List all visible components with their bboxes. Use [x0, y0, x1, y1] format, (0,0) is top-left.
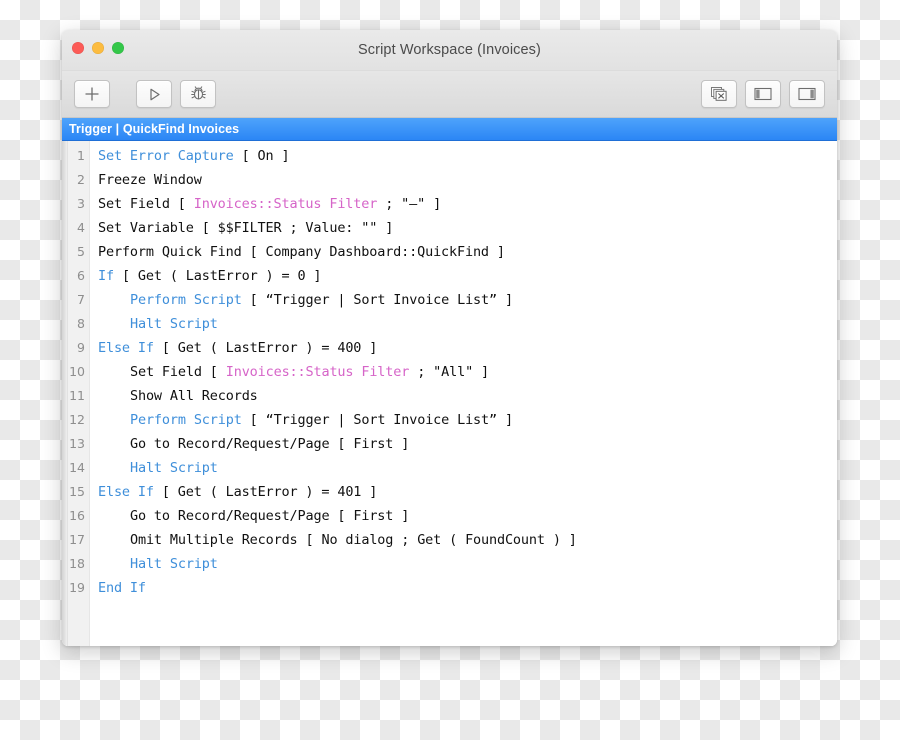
line-number: 15 — [69, 484, 85, 499]
toggle-left-pane-button[interactable] — [745, 80, 781, 108]
field-reference: Invoices::Status Filter — [225, 364, 410, 380]
step-text: [ “Trigger | Sort Invoice List” ] — [241, 412, 513, 428]
script-step-line[interactable]: Omit Multiple Records [ No dialog ; Get … — [90, 528, 837, 552]
script-keyword: Halt Script — [130, 460, 218, 476]
line-number-gutter: 1 2 3 4 5 6 7 8 9 10 11 12 13 14 15 16 17 18 19 — [68, 141, 90, 646]
line-number: 9 — [77, 340, 85, 355]
script-step-line[interactable]: Perform Quick Find [ Company Dashboard::… — [90, 240, 837, 264]
play-triangle-icon — [147, 87, 162, 102]
script-step-line[interactable]: Perform Script [ “Trigger | Sort Invoice… — [90, 288, 837, 312]
script-step-line[interactable]: Set Error Capture [ On ] — [90, 144, 837, 168]
line-number: 6 — [77, 268, 85, 283]
script-keyword: Perform Script — [130, 412, 242, 428]
window-titlebar: Script Workspace (Invoices) — [62, 30, 837, 71]
script-step-line[interactable]: Halt Script — [90, 456, 837, 480]
line-number: 3 — [77, 196, 85, 211]
script-step-line[interactable]: Freeze Window — [90, 168, 837, 192]
script-step-line[interactable]: Else If [ Get ( LastError ) = 400 ] — [90, 336, 837, 360]
stacked-windows-close-icon — [710, 86, 728, 102]
line-number: 13 — [69, 436, 85, 451]
line-number: 17 — [69, 532, 85, 547]
tab-trigger-quickfind-invoices[interactable]: Trigger | QuickFind Invoices — [62, 118, 239, 140]
toolbar — [62, 71, 837, 118]
script-tab-bar: Trigger | QuickFind Invoices — [62, 118, 837, 141]
script-step-list[interactable]: Set Error Capture [ On ] Freeze Window Set… — [90, 141, 837, 646]
line-number: 7 — [77, 292, 85, 307]
step-text: [ Get ( LastError ) = 0 ] — [113, 268, 322, 284]
script-step-line[interactable]: If [ Get ( LastError ) = 0 ] — [90, 264, 837, 288]
bug-icon — [190, 86, 207, 102]
script-step-line[interactable]: Show All Records — [90, 384, 837, 408]
step-text: Set Field [ — [98, 196, 194, 212]
script-keyword: End If — [98, 580, 146, 596]
step-text: Set Field [ — [130, 364, 226, 380]
script-step-line[interactable]: Set Field [ Invoices::Status Filter ; "A… — [90, 360, 837, 384]
step-text: [ Get ( LastError ) = 401 ] — [153, 484, 378, 500]
step-text: Freeze Window — [98, 172, 202, 188]
line-number: 11 — [69, 388, 85, 403]
script-step-line[interactable]: End If — [90, 576, 837, 600]
window-title: Script Workspace (Invoices) — [358, 42, 541, 58]
line-number: 4 — [77, 220, 85, 235]
traffic-light-controls — [72, 42, 124, 54]
script-keyword: Else If — [98, 484, 154, 500]
script-step-line[interactable]: Else If [ Get ( LastError ) = 401 ] — [90, 480, 837, 504]
script-workspace-window: Script Workspace (Invoices) Trigger | Qu… — [62, 30, 837, 646]
line-number: 10 — [69, 364, 85, 379]
script-step-line[interactable]: Go to Record/Request/Page [ First ] — [90, 504, 837, 528]
debug-script-button[interactable] — [180, 80, 216, 108]
right-pane-icon — [798, 87, 816, 101]
close-window-button[interactable] — [72, 42, 84, 54]
step-text: Go to Record/Request/Page [ First ] — [130, 508, 410, 524]
step-text: [ “Trigger | Sort Invoice List” ] — [241, 292, 513, 308]
line-number: 18 — [69, 556, 85, 571]
line-number: 16 — [69, 508, 85, 523]
line-number: 19 — [69, 580, 85, 595]
step-text: Perform Quick Find [ Company Dashboard::… — [98, 244, 505, 260]
step-text: Go to Record/Request/Page [ First ] — [130, 436, 410, 452]
zoom-window-button[interactable] — [112, 42, 124, 54]
close-all-tabs-button[interactable] — [701, 80, 737, 108]
line-number: 8 — [77, 316, 85, 331]
field-reference: Invoices::Status Filter — [193, 196, 378, 212]
line-number: 12 — [69, 412, 85, 427]
script-step-line[interactable]: Set Field [ Invoices::Status Filter ; "–… — [90, 192, 837, 216]
step-text: Omit Multiple Records [ No dialog ; Get … — [130, 532, 577, 548]
minimize-window-button[interactable] — [92, 42, 104, 54]
line-number: 14 — [69, 460, 85, 475]
new-script-button[interactable] — [74, 80, 110, 108]
script-keyword: Set Error Capture — [98, 148, 234, 164]
script-step-line[interactable]: Perform Script [ “Trigger | Sort Invoice… — [90, 408, 837, 432]
line-number: 5 — [77, 244, 85, 259]
step-text: [ Get ( LastError ) = 400 ] — [153, 340, 378, 356]
editor-body: 1 2 3 4 5 6 7 8 9 10 11 12 13 14 15 16 17 18 19 Set Error … — [62, 141, 837, 646]
run-script-button[interactable] — [136, 80, 172, 108]
line-number: 1 — [77, 148, 85, 163]
script-step-line[interactable]: Halt Script — [90, 312, 837, 336]
step-text: ; "All" ] — [409, 364, 490, 380]
step-text: ; "–" ] — [377, 196, 442, 212]
line-number: 2 — [77, 172, 85, 187]
toggle-right-pane-button[interactable] — [789, 80, 825, 108]
script-keyword: Halt Script — [130, 556, 218, 572]
step-text: Set Variable [ $$FILTER ; Value: "" ] — [98, 220, 394, 236]
script-step-line[interactable]: Set Variable [ $$FILTER ; Value: "" ] — [90, 216, 837, 240]
script-step-line[interactable]: Go to Record/Request/Page [ First ] — [90, 432, 837, 456]
script-keyword: Halt Script — [130, 316, 218, 332]
script-keyword: Else If — [98, 340, 154, 356]
step-text: [ On ] — [233, 148, 290, 164]
step-text: Show All Records — [130, 388, 258, 404]
plus-icon — [84, 86, 100, 102]
script-keyword: If — [98, 268, 114, 284]
script-keyword: Perform Script — [130, 292, 242, 308]
script-step-line[interactable]: Halt Script — [90, 552, 837, 576]
left-pane-icon — [754, 87, 772, 101]
